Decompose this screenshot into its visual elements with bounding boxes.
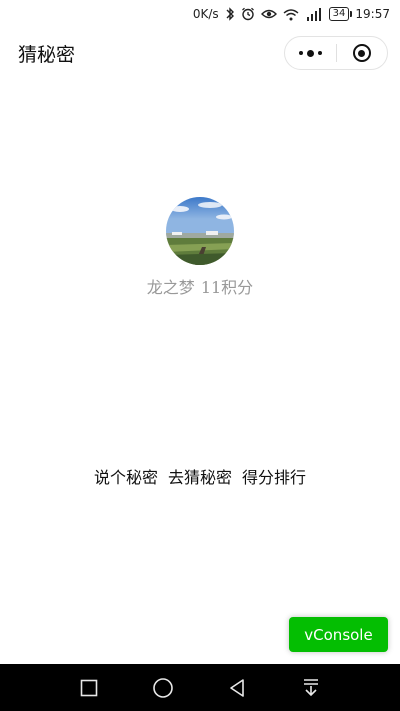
home-icon xyxy=(153,677,173,698)
recent-apps-button[interactable] xyxy=(72,671,106,705)
recent-apps-icon xyxy=(80,679,98,696)
vconsole-button[interactable]: vConsole xyxy=(289,617,388,652)
back-icon xyxy=(230,678,244,697)
page-title: 猜秘密 xyxy=(18,43,76,66)
notification-pull-icon xyxy=(304,678,318,696)
eye-icon xyxy=(260,7,277,21)
mini-program-navbar: 猜秘密 xyxy=(0,28,400,78)
more-button[interactable] xyxy=(285,37,336,69)
target-icon xyxy=(352,44,371,62)
tell-secret-link[interactable]: 说个秘密 xyxy=(94,464,158,488)
more-dots-icon xyxy=(298,49,322,57)
notification-pull-button[interactable] xyxy=(294,671,328,705)
battery-indicator: 34 xyxy=(328,7,353,21)
signal-icon xyxy=(305,7,323,21)
score-ranking-link[interactable]: 得分排行 xyxy=(242,464,306,488)
landscape-avatar xyxy=(166,197,234,265)
wifi-icon xyxy=(283,7,299,21)
android-navigation-bar xyxy=(0,664,400,711)
bluetooth-icon xyxy=(225,7,235,21)
status-bar: 0K/s 34 19:57 xyxy=(0,0,400,28)
capsule-menu xyxy=(284,36,388,70)
phone-screen: 0K/s 34 19:57 猜秘密 龙之梦 11积分 说个秘密 去猜秘密 得分排… xyxy=(0,0,400,711)
home-button[interactable] xyxy=(146,671,180,705)
network-speed: 0K/s xyxy=(192,7,219,21)
action-links: 说个秘密 去猜秘密 得分排行 xyxy=(0,464,400,488)
back-button[interactable] xyxy=(220,671,254,705)
user-score: 11积分 xyxy=(200,278,254,297)
guess-secret-link[interactable]: 去猜秘密 xyxy=(168,464,232,488)
user-avatar[interactable] xyxy=(166,197,234,265)
close-mini-program-button[interactable] xyxy=(337,37,388,69)
clock: 19:57 xyxy=(355,7,390,21)
user-info: 龙之梦 11积分 xyxy=(0,274,400,298)
user-name: 龙之梦 xyxy=(146,278,195,297)
alarm-icon xyxy=(241,7,255,21)
